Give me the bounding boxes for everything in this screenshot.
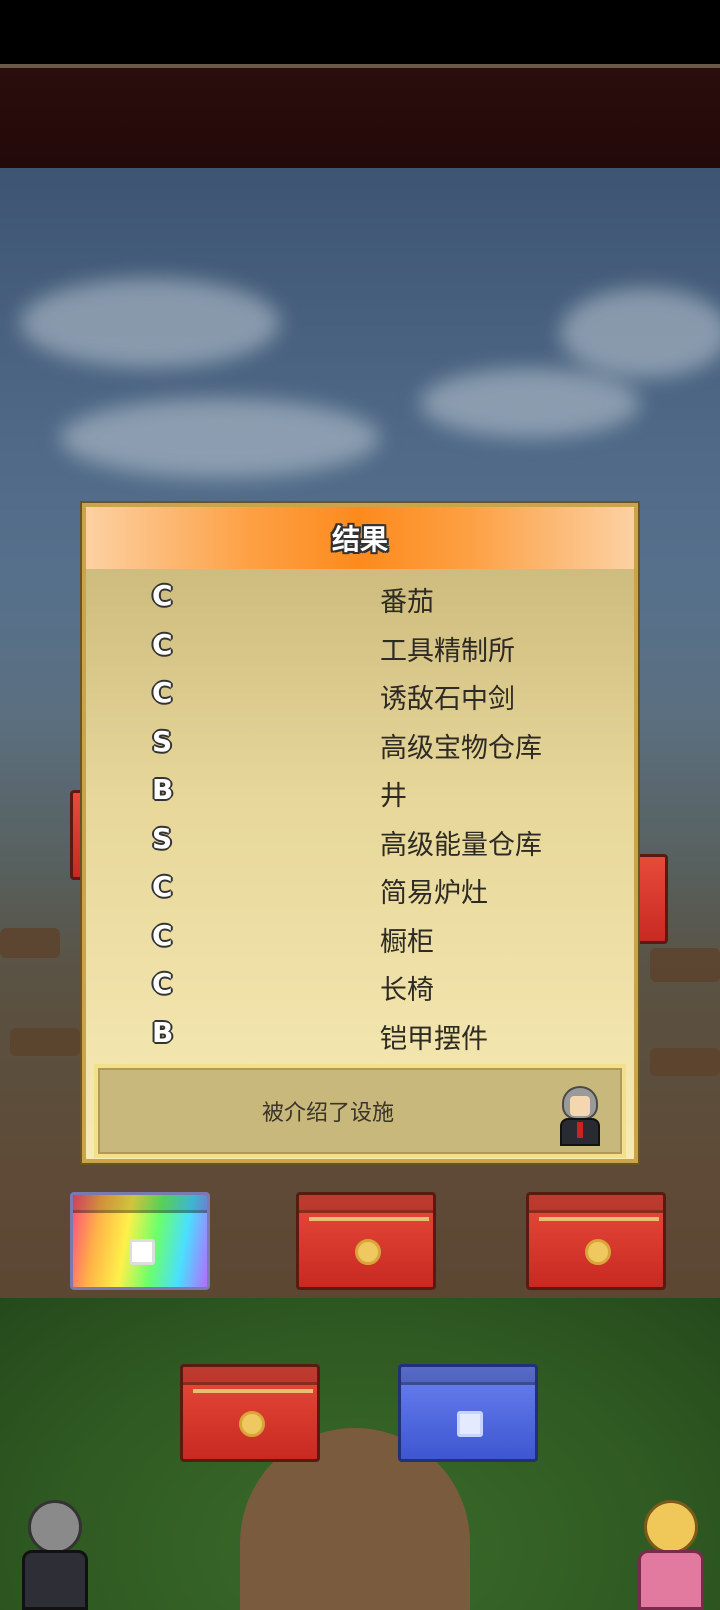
rank-label: S — [152, 821, 173, 855]
rank-label: S — [152, 724, 173, 758]
rainbow-chest-icon[interactable] — [70, 1192, 210, 1290]
ground-patch — [10, 1028, 80, 1056]
message-box[interactable]: 被介绍了设施 — [94, 1064, 626, 1158]
girl-character — [626, 1500, 716, 1610]
red-chest-icon[interactable] — [296, 1192, 436, 1290]
blue-chest-icon[interactable] — [398, 1364, 538, 1462]
ground-patch — [650, 1048, 720, 1076]
ground-patch — [650, 948, 720, 982]
message-text: 被介绍了设施 — [261, 1101, 394, 1126]
facility-name: 诱敌石中剑 — [380, 684, 515, 715]
dialog-title: 结果 — [331, 523, 388, 556]
result-row: B 铠甲摆件 — [86, 1010, 634, 1059]
rank-label: C — [152, 967, 173, 1000]
cloud — [20, 278, 280, 368]
result-row: B 井 — [86, 767, 634, 816]
rank-label: B — [152, 773, 174, 806]
cloud — [60, 398, 380, 478]
rank-label: B — [152, 1015, 174, 1049]
advisor-portrait-icon — [556, 1086, 604, 1148]
cloud — [420, 368, 640, 438]
manager-character — [10, 1500, 100, 1610]
dialog-header: 结果 — [86, 507, 634, 569]
rank-label: C — [152, 676, 173, 709]
red-chest-icon[interactable] — [180, 1364, 320, 1462]
facility-name: 长椅 — [380, 975, 434, 1006]
result-dialog: 结果 C 番茄 C 工具精制所 C 诱敌石中剑 S 高级宝物仓库 B 井 S 高… — [82, 503, 638, 1163]
result-row: S 高级能量仓库 — [86, 816, 634, 865]
facility-name: 高级宝物仓库 — [380, 732, 542, 764]
facility-name: 简易炉灶 — [380, 878, 488, 909]
facility-name: 橱柜 — [380, 926, 434, 958]
result-row: C 简易炉灶 — [86, 864, 634, 913]
result-row: C 长椅 — [86, 961, 634, 1010]
facility-name: 高级能量仓库 — [380, 829, 542, 861]
rank-label: C — [152, 870, 173, 903]
status-bar — [0, 0, 720, 64]
rank-label: C — [152, 918, 173, 952]
result-row: C 番茄 — [86, 573, 634, 622]
top-banner — [0, 64, 720, 168]
facility-name: 番茄 — [380, 587, 434, 618]
rank-label: C — [152, 579, 173, 612]
facility-name: 铠甲摆件 — [380, 1023, 488, 1055]
red-chest-icon[interactable] — [526, 1192, 666, 1290]
result-list: C 番茄 C 工具精制所 C 诱敌石中剑 S 高级宝物仓库 B 井 S 高级能量… — [86, 573, 634, 1058]
result-row: C 诱敌石中剑 — [86, 670, 634, 719]
result-row: S 高级宝物仓库 — [86, 719, 634, 768]
result-row: C 工具精制所 — [86, 622, 634, 671]
facility-name: 井 — [380, 781, 407, 812]
ground-patch — [0, 928, 60, 958]
result-row: C 橱柜 — [86, 913, 634, 962]
facility-name: 工具精制所 — [380, 635, 515, 667]
rank-label: C — [152, 627, 173, 661]
cloud — [560, 288, 720, 378]
